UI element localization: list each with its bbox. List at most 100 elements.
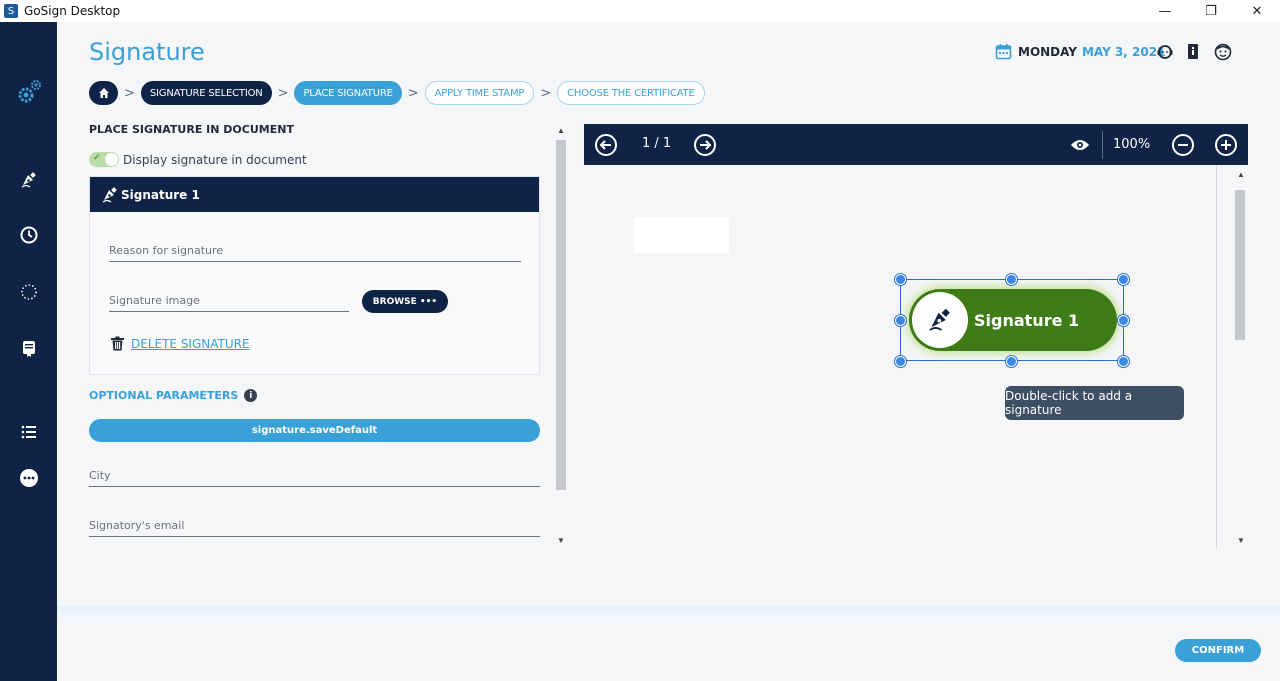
scroll-down-icon[interactable]: ▼ — [1237, 536, 1245, 545]
signature-field-icon-wrap — [912, 292, 968, 348]
display-signature-toggle-row: ✔ Display signature in document — [89, 152, 307, 167]
trash-icon — [111, 336, 124, 351]
window-controls: — ❐ ✕ — [1142, 0, 1280, 22]
manual-button[interactable] — [1184, 43, 1202, 61]
scroll-down-icon[interactable]: ▼ — [557, 536, 565, 545]
next-page-button[interactable] — [693, 133, 717, 157]
browse-button[interactable]: BROWSE ••• — [362, 290, 448, 313]
toggle-knob — [105, 153, 118, 166]
email-field[interactable]: Signatory's email — [89, 515, 540, 537]
manual-icon — [1188, 44, 1198, 59]
signature-image-field[interactable]: Signature image — [109, 290, 349, 312]
arrow-right-icon — [694, 134, 716, 156]
resize-handle[interactable] — [895, 315, 906, 326]
footer-divider — [57, 606, 1280, 620]
chevron-right-icon: > — [407, 85, 419, 101]
window-title: GoSign Desktop — [24, 4, 121, 18]
delete-signature-label: DELETE SIGNATURE — [131, 336, 250, 351]
user-icon — [1214, 43, 1232, 61]
sidebar-item-documents[interactable] — [0, 333, 57, 363]
sidebar-item-settings[interactable] — [0, 74, 57, 110]
sidebar-item-sign[interactable] — [0, 165, 57, 195]
sidebar-item-list[interactable] — [0, 417, 57, 447]
signature-field-label: Signature 1 — [974, 310, 1080, 330]
document-scrollbar[interactable] — [1235, 190, 1245, 340]
pen-sign-icon — [929, 308, 950, 331]
support-icon — [1157, 45, 1173, 59]
page-indicator: 1 / 1 — [642, 136, 672, 151]
signature-card-title: Signature 1 — [121, 187, 200, 202]
check-icon: ✔ — [93, 153, 101, 163]
wizard-steps: > SIGNATURE SELECTION > PLACE SIGNATURE … — [89, 81, 705, 105]
optional-parameters-label: OPTIONAL PARAMETERS — [89, 389, 239, 402]
close-button[interactable]: ✕ — [1234, 0, 1280, 22]
step-home-button[interactable] — [89, 81, 118, 105]
step-place-signature[interactable]: PLACE SIGNATURE — [294, 81, 402, 105]
left-panel-scrollbar[interactable] — [556, 140, 566, 490]
app-logo-icon: S — [4, 4, 18, 18]
save-default-button[interactable]: signature.saveDefault — [89, 419, 540, 442]
tooltip: Double-click to add a signature — [1005, 386, 1184, 420]
resize-handle[interactable] — [1006, 274, 1017, 285]
toolbar-divider — [1102, 131, 1103, 159]
previous-page-button[interactable] — [594, 133, 618, 157]
zoom-out-icon — [1172, 134, 1194, 156]
minimize-button[interactable]: — — [1142, 0, 1188, 22]
date-day: MONDAY — [1018, 44, 1077, 59]
chevron-right-icon: > — [540, 85, 552, 101]
home-icon — [98, 88, 109, 98]
step-signature-selection[interactable]: SIGNATURE SELECTION — [140, 81, 272, 105]
gears-icon — [18, 80, 41, 103]
chevron-right-icon: > — [124, 85, 135, 101]
zoom-in-button[interactable] — [1214, 133, 1238, 157]
zoom-out-button[interactable] — [1171, 133, 1195, 157]
sidebar-item-processing[interactable] — [0, 277, 57, 307]
resize-handle[interactable] — [1118, 315, 1129, 326]
sidebar — [0, 22, 57, 681]
scroll-up-icon[interactable]: ▲ — [1237, 170, 1245, 179]
window-titlebar: S GoSign Desktop — ❐ ✕ — [0, 0, 1280, 22]
clock-icon — [20, 226, 37, 244]
scroll-up-icon[interactable]: ▲ — [557, 126, 565, 135]
user-profile-button[interactable] — [1214, 43, 1232, 61]
resize-handle[interactable] — [1006, 356, 1017, 367]
document-content-block — [634, 217, 729, 253]
zoom-in-icon — [1215, 134, 1237, 156]
list-icon — [21, 425, 36, 439]
pen-sign-icon — [21, 172, 36, 188]
sidebar-item-more[interactable] — [0, 463, 57, 493]
resize-handle[interactable] — [1118, 356, 1129, 367]
preview-button[interactable] — [1068, 133, 1092, 157]
arrow-left-icon — [595, 134, 617, 156]
date-value: MAY 3, 2021 — [1081, 44, 1166, 59]
delete-signature-link[interactable]: DELETE SIGNATURE — [110, 336, 250, 351]
resize-handle[interactable] — [895, 274, 906, 285]
signature-card: Signature 1 Reason for signature Signatu… — [89, 176, 540, 375]
sidebar-item-history[interactable] — [0, 220, 57, 250]
maximize-button[interactable]: ❐ — [1188, 0, 1234, 22]
reason-field[interactable]: Reason for signature — [109, 240, 521, 262]
resize-handle[interactable] — [1118, 274, 1129, 285]
signature-card-header[interactable]: Signature 1 — [90, 177, 539, 212]
signature-field[interactable]: Signature 1 — [909, 289, 1117, 351]
toggle-label: Display signature in document — [123, 152, 307, 167]
section-title: PLACE SIGNATURE IN DOCUMENT — [89, 123, 294, 136]
zoom-level: 100% — [1113, 137, 1151, 152]
step-choose-certificate[interactable]: CHOOSE THE CERTIFICATE — [557, 81, 705, 105]
dotted-circle-icon — [20, 284, 37, 300]
eye-icon — [1071, 140, 1089, 150]
display-signature-toggle[interactable]: ✔ — [89, 152, 119, 167]
city-field[interactable]: City — [89, 465, 540, 487]
support-button[interactable] — [1156, 43, 1174, 61]
page-title: Signature — [89, 38, 205, 66]
step-apply-time-stamp[interactable]: APPLY TIME STAMP — [424, 81, 535, 105]
info-icon[interactable]: i — [244, 389, 258, 402]
date-display: MONDAY MAY 3, 2021 — [995, 43, 1165, 60]
optional-parameters-title: OPTIONAL PARAMETERS i — [89, 389, 258, 402]
confirm-button[interactable]: CONFIRM — [1175, 639, 1261, 662]
chevron-right-icon: > — [277, 85, 289, 101]
resize-handle[interactable] — [895, 356, 906, 367]
calendar-icon — [995, 44, 1012, 60]
certificate-icon — [22, 341, 35, 357]
more-icon — [19, 469, 38, 487]
